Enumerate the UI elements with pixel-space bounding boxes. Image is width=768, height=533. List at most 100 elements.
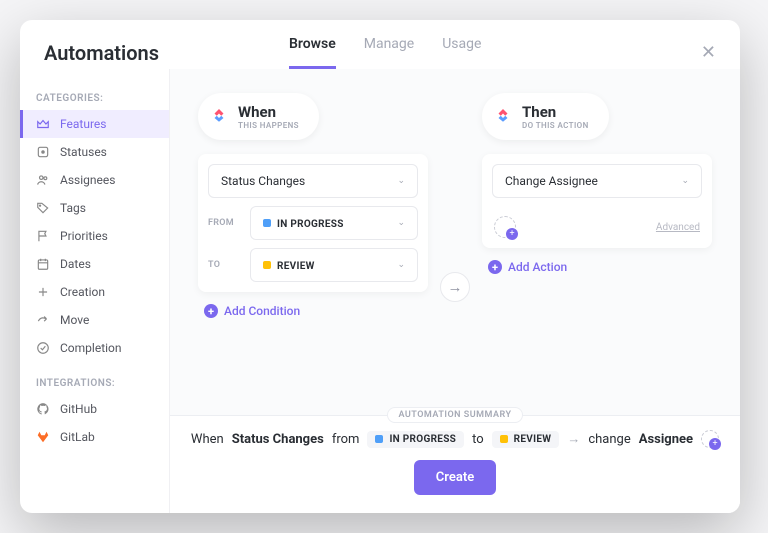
add-action-label: Add Action xyxy=(508,260,567,274)
summary-trigger: Status Changes xyxy=(232,432,324,447)
action-select[interactable]: Change Assignee ⌄ xyxy=(492,164,702,198)
tab-usage[interactable]: Usage xyxy=(442,36,481,69)
plus-circle-icon: + xyxy=(204,304,218,318)
people-icon xyxy=(36,173,50,187)
sidebar-item-assignees[interactable]: Assignees xyxy=(20,166,169,194)
summary-from-word: from xyxy=(332,432,360,447)
status-color-dot xyxy=(263,261,271,269)
tag-icon xyxy=(36,201,50,215)
flag-icon xyxy=(36,229,50,243)
header-tabs: Browse Manage Usage xyxy=(289,36,481,69)
to-label: TO xyxy=(208,260,242,270)
arrow-right-icon: → xyxy=(440,272,470,302)
summary-to-word: to xyxy=(472,432,484,447)
summary-from-status: IN PROGRESS xyxy=(389,434,456,445)
then-pill: Then DO THIS ACTION xyxy=(482,93,609,140)
summary-to-status: REVIEW xyxy=(514,434,552,445)
add-action-button[interactable]: + Add Action xyxy=(482,260,712,274)
github-icon xyxy=(36,402,50,416)
automations-modal: Automations Browse Manage Usage ✕ CATEGO… xyxy=(20,20,740,513)
to-status-select[interactable]: REVIEW ⌄ xyxy=(250,248,418,282)
from-status-select[interactable]: IN PROGRESS ⌄ xyxy=(250,206,418,240)
assignee-picker[interactable]: + xyxy=(494,216,516,238)
close-icon[interactable]: ✕ xyxy=(701,42,716,63)
automation-summary: AUTOMATION SUMMARY When Status Changes f… xyxy=(170,415,740,513)
sidebar-item-label: Creation xyxy=(60,285,105,299)
advanced-link[interactable]: Advanced xyxy=(656,222,700,233)
sidebar-item-move[interactable]: Move xyxy=(20,306,169,334)
summary-to-chip: REVIEW xyxy=(492,431,560,448)
sidebar-item-github[interactable]: GitHub xyxy=(20,395,169,423)
action-detail-row: + Advanced xyxy=(492,216,702,238)
calendar-icon xyxy=(36,257,50,271)
when-column: When THIS HAPPENS Status Changes ⌄ FROM xyxy=(198,93,428,318)
add-condition-button[interactable]: + Add Condition xyxy=(198,304,428,318)
tab-browse[interactable]: Browse xyxy=(289,36,336,69)
sidebar-item-label: Statuses xyxy=(60,145,107,159)
sidebar-item-label: Assignees xyxy=(60,173,115,187)
summary-label: AUTOMATION SUMMARY xyxy=(387,407,522,423)
status-color-dot xyxy=(375,435,383,443)
sidebar-item-tags[interactable]: Tags xyxy=(20,194,169,222)
assignee-picker[interactable]: + xyxy=(701,430,719,448)
plus-icon xyxy=(36,285,50,299)
add-condition-label: Add Condition xyxy=(224,304,300,318)
sidebar-item-label: Features xyxy=(60,117,106,131)
sidebar-item-gitlab[interactable]: GitLab xyxy=(20,423,169,451)
trigger-select[interactable]: Status Changes ⌄ xyxy=(208,164,418,198)
status-color-dot xyxy=(263,219,271,227)
chevron-down-icon: ⌄ xyxy=(681,176,689,186)
sidebar-item-creation[interactable]: Creation xyxy=(20,278,169,306)
sidebar-item-label: Dates xyxy=(60,257,91,271)
square-icon xyxy=(36,145,50,159)
arrow-right-icon: → xyxy=(567,431,580,447)
check-icon xyxy=(36,341,50,355)
plus-badge-icon: + xyxy=(506,228,518,240)
sidebar-item-features[interactable]: Features xyxy=(20,110,169,138)
summary-sentence: When Status Changes from IN PROGRESS to … xyxy=(191,430,719,448)
then-column: Then DO THIS ACTION Change Assignee ⌄ + xyxy=(482,93,712,274)
then-title: Then xyxy=(522,103,589,121)
share-icon xyxy=(36,313,50,327)
from-label: FROM xyxy=(208,218,242,228)
action-value: Change Assignee xyxy=(505,174,598,188)
sidebar-item-dates[interactable]: Dates xyxy=(20,250,169,278)
sidebar-item-statuses[interactable]: Statuses xyxy=(20,138,169,166)
crown-icon xyxy=(36,117,50,131)
when-pill: When THIS HAPPENS xyxy=(198,93,319,140)
chevron-down-icon: ⌄ xyxy=(397,176,405,186)
when-subtitle: THIS HAPPENS xyxy=(238,121,299,130)
modal-header: Automations Browse Manage Usage ✕ xyxy=(20,20,740,69)
main-area: When THIS HAPPENS Status Changes ⌄ FROM xyxy=(170,69,740,513)
gitlab-icon xyxy=(36,430,50,444)
status-color-dot xyxy=(500,435,508,443)
tab-manage[interactable]: Manage xyxy=(364,36,414,69)
modal-body: CATEGORIES: Features Statuses Assignees … xyxy=(20,69,740,513)
then-card: Change Assignee ⌄ + Advanced xyxy=(482,154,712,248)
sidebar-item-label: Move xyxy=(60,313,89,327)
from-row: FROM IN PROGRESS ⌄ xyxy=(208,206,418,240)
create-button[interactable]: Create xyxy=(414,460,496,495)
flow-arrow: → xyxy=(440,272,470,302)
automation-builder: When THIS HAPPENS Status Changes ⌄ FROM xyxy=(170,69,740,415)
integrations-label: INTEGRATIONS: xyxy=(20,370,169,395)
sidebar-item-label: Completion xyxy=(60,341,122,355)
from-status-value: IN PROGRESS xyxy=(277,219,344,230)
summary-when: When xyxy=(191,432,224,447)
sidebar-item-completion[interactable]: Completion xyxy=(20,334,169,362)
summary-action-target: Assignee xyxy=(639,432,693,447)
then-subtitle: DO THIS ACTION xyxy=(522,121,589,130)
sidebar-item-priorities[interactable]: Priorities xyxy=(20,222,169,250)
summary-from-chip: IN PROGRESS xyxy=(367,431,464,448)
to-status-value: REVIEW xyxy=(277,261,315,272)
summary-change-word: change xyxy=(588,432,630,447)
plus-badge-icon: + xyxy=(709,438,721,450)
chevron-down-icon: ⌄ xyxy=(397,218,405,228)
sidebar-item-label: Priorities xyxy=(60,229,108,243)
trigger-value: Status Changes xyxy=(221,174,305,188)
when-card: Status Changes ⌄ FROM IN PROGRESS ⌄ TO xyxy=(198,154,428,292)
when-title: When xyxy=(238,103,299,121)
sidebar: CATEGORIES: Features Statuses Assignees … xyxy=(20,69,170,513)
clickup-logo-icon xyxy=(210,106,228,128)
to-row: TO REVIEW ⌄ xyxy=(208,248,418,282)
